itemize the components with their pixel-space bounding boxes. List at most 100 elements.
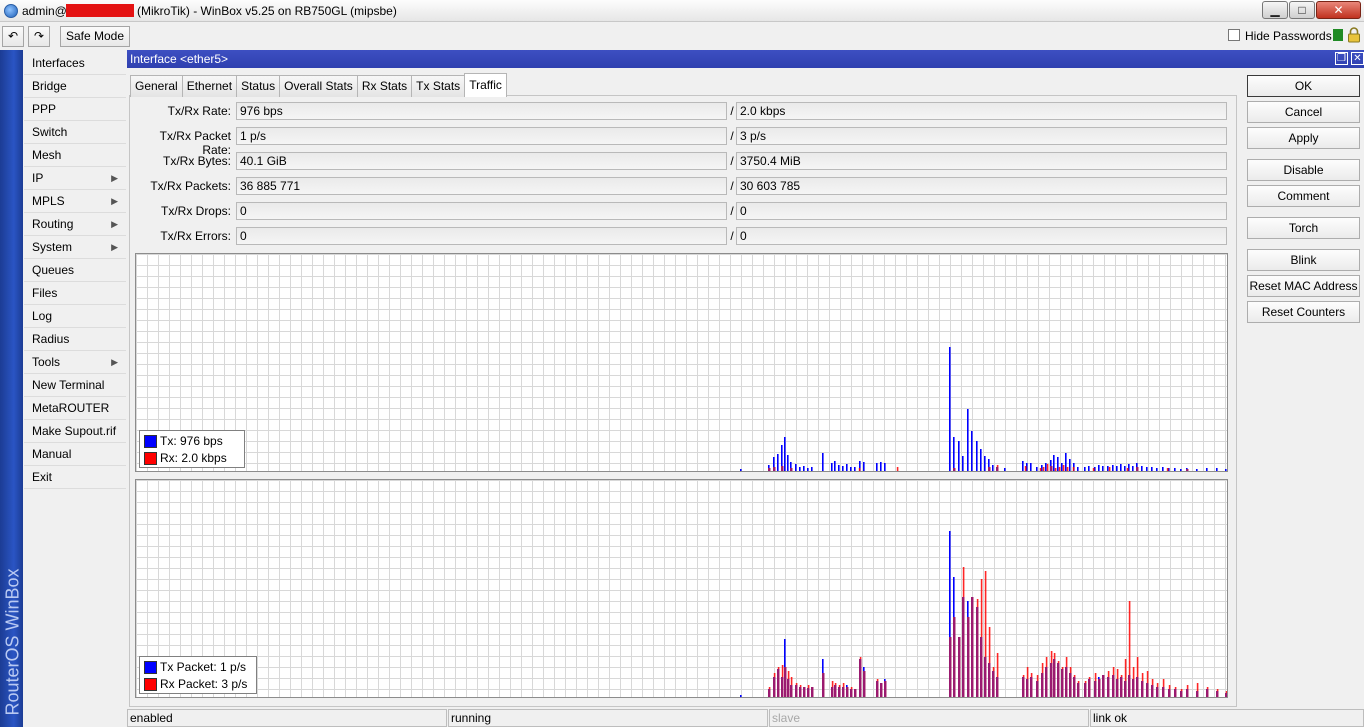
ok-button[interactable]: OK xyxy=(1247,75,1360,97)
rate-graph: Tx: 976 bps Rx: 2.0 kbps xyxy=(135,253,1228,472)
overlap-bar xyxy=(967,617,970,697)
cancel-button[interactable]: Cancel xyxy=(1247,101,1360,123)
tx-bar xyxy=(842,466,844,471)
torch-button[interactable]: Torch xyxy=(1247,217,1360,239)
overlap-bar xyxy=(988,467,991,471)
menu-item-log[interactable]: Log xyxy=(24,305,126,328)
tab-overall-stats[interactable]: Overall Stats xyxy=(279,75,358,97)
tx-bar xyxy=(799,467,801,471)
stat-rx-field: 0 xyxy=(736,227,1227,245)
tx-bar xyxy=(1120,464,1122,471)
interface-window-titlebar[interactable]: Interface <ether5> ❐ ✕ xyxy=(127,50,1364,68)
tx-bar xyxy=(1216,468,1218,471)
hide-passwords-checkbox[interactable] xyxy=(1228,29,1240,41)
menu-item-files[interactable]: Files xyxy=(24,282,126,305)
overlap-bar xyxy=(1132,679,1135,697)
overlap-bar xyxy=(1180,691,1183,697)
menu-item-manual[interactable]: Manual xyxy=(24,443,126,466)
tx-bar xyxy=(1069,459,1071,471)
rx-bar xyxy=(1126,468,1129,471)
tx-bar xyxy=(740,695,742,697)
overlap-bar xyxy=(1053,659,1056,697)
tab-traffic[interactable]: Traffic xyxy=(464,73,507,97)
menu-item-routing[interactable]: Routing ▶ xyxy=(24,213,126,236)
overlap-bar xyxy=(1041,673,1044,697)
overlap-bar xyxy=(831,687,834,697)
menu-item-bridge[interactable]: Bridge xyxy=(24,75,126,98)
tx-bar xyxy=(740,469,742,471)
menu-item-ip[interactable]: IP ▶ xyxy=(24,167,126,190)
tab-general[interactable]: General xyxy=(130,75,183,97)
tx-bar xyxy=(1004,468,1006,471)
tx-packet-swatch xyxy=(144,661,157,674)
tx-bar xyxy=(949,347,951,471)
menu-item-ppp[interactable]: PPP xyxy=(24,98,126,121)
menu-item-switch[interactable]: Switch xyxy=(24,121,126,144)
menu-item-label: Manual xyxy=(32,447,72,461)
menu-item-radius[interactable]: Radius xyxy=(24,328,126,351)
toolbar: ↶ ↷ Safe Mode xyxy=(0,22,1364,50)
overlap-bar xyxy=(1045,667,1048,697)
status-link: link ok xyxy=(1090,709,1364,727)
menu-item-interfaces[interactable]: Interfaces xyxy=(24,52,126,75)
interface-window-title: Interface <ether5> xyxy=(130,52,229,66)
menu-item-mpls[interactable]: MPLS ▶ xyxy=(24,190,126,213)
overlap-bar xyxy=(787,679,790,697)
overlap-bar xyxy=(1098,679,1101,697)
overlap-bar xyxy=(1112,675,1115,697)
rx-bar xyxy=(1046,464,1049,471)
apply-button[interactable]: Apply xyxy=(1247,127,1360,149)
tx-bar xyxy=(967,409,969,471)
title-bar[interactable]: admin@ (MikroTik) - WinBox v5.25 on RB75… xyxy=(0,0,1364,22)
tab-rx-stats[interactable]: Rx Stats xyxy=(356,75,413,97)
menu-item-mesh[interactable]: Mesh xyxy=(24,144,126,167)
menu-item-label: MPLS xyxy=(32,194,65,208)
close-button[interactable]: ✕ xyxy=(1316,1,1361,19)
menu-item-label: Files xyxy=(32,286,58,300)
window-close-button[interactable]: ✕ xyxy=(1351,52,1364,65)
comment-button[interactable]: Comment xyxy=(1247,185,1360,207)
reset-counters-button[interactable]: Reset Counters xyxy=(1247,301,1360,323)
menu-item-new-terminal[interactable]: New Terminal xyxy=(24,374,126,397)
tab-ethernet[interactable]: Ethernet xyxy=(181,75,238,97)
rate-graph-bars xyxy=(740,347,1227,471)
tab-status[interactable]: Status xyxy=(236,75,281,97)
status-slave: slave xyxy=(769,709,1089,727)
tx-bar xyxy=(1030,463,1032,471)
reset-mac-address-button[interactable]: Reset MAC Address xyxy=(1247,275,1360,297)
menu-item-label: Tools xyxy=(32,355,61,369)
window-restore-button[interactable]: ❐ xyxy=(1335,52,1348,65)
window-title-prefix: admin@ xyxy=(22,4,67,18)
menu-item-exit[interactable]: Exit xyxy=(24,466,126,489)
undo-button[interactable]: ↶ xyxy=(2,26,24,47)
menu-item-queues[interactable]: Queues xyxy=(24,259,126,282)
menu-item-tools[interactable]: Tools ▶ xyxy=(24,351,126,374)
tx-bar xyxy=(854,467,856,471)
menu-item-system[interactable]: System ▶ xyxy=(24,236,126,259)
interface-tabs: General Ethernet Status Overall Stats Rx Sta… xyxy=(130,73,507,97)
overlap-bar xyxy=(1168,689,1171,697)
stat-label: Tx/Rx Drops: xyxy=(160,204,231,218)
overlap-bar xyxy=(1050,466,1053,471)
overlap-bar xyxy=(1136,467,1139,471)
disable-button[interactable]: Disable xyxy=(1247,159,1360,181)
menu-item-make-supout-rif[interactable]: Make Supout.rif xyxy=(24,420,126,443)
overlap-bar xyxy=(790,468,793,471)
redo-button[interactable]: ↷ xyxy=(28,26,50,47)
tab-tx-stats[interactable]: Tx Stats xyxy=(411,75,466,97)
stat-rx-field: 2.0 kbps xyxy=(736,102,1227,120)
rx-packet-swatch xyxy=(144,678,157,691)
stat-label: Tx/Rx Packets: xyxy=(150,179,231,193)
tx-bar xyxy=(1061,463,1063,471)
safe-mode-button[interactable]: Safe Mode xyxy=(60,26,130,47)
tx-bar xyxy=(992,465,994,471)
maximize-button[interactable]: □ xyxy=(1289,1,1315,19)
tx-bar xyxy=(850,467,852,471)
tx-bar xyxy=(1124,466,1126,471)
blink-button[interactable]: Blink xyxy=(1247,249,1360,271)
main-menu: Interfaces Bridge PPP Switch Mesh IP ▶ MPLS ▶ Rou… xyxy=(24,52,126,489)
menu-item-metarouter[interactable]: MetaROUTER xyxy=(24,397,126,420)
minimize-button[interactable]: ▁ xyxy=(1262,1,1288,19)
overlap-bar xyxy=(768,468,771,471)
overlap-bar xyxy=(1225,693,1227,697)
